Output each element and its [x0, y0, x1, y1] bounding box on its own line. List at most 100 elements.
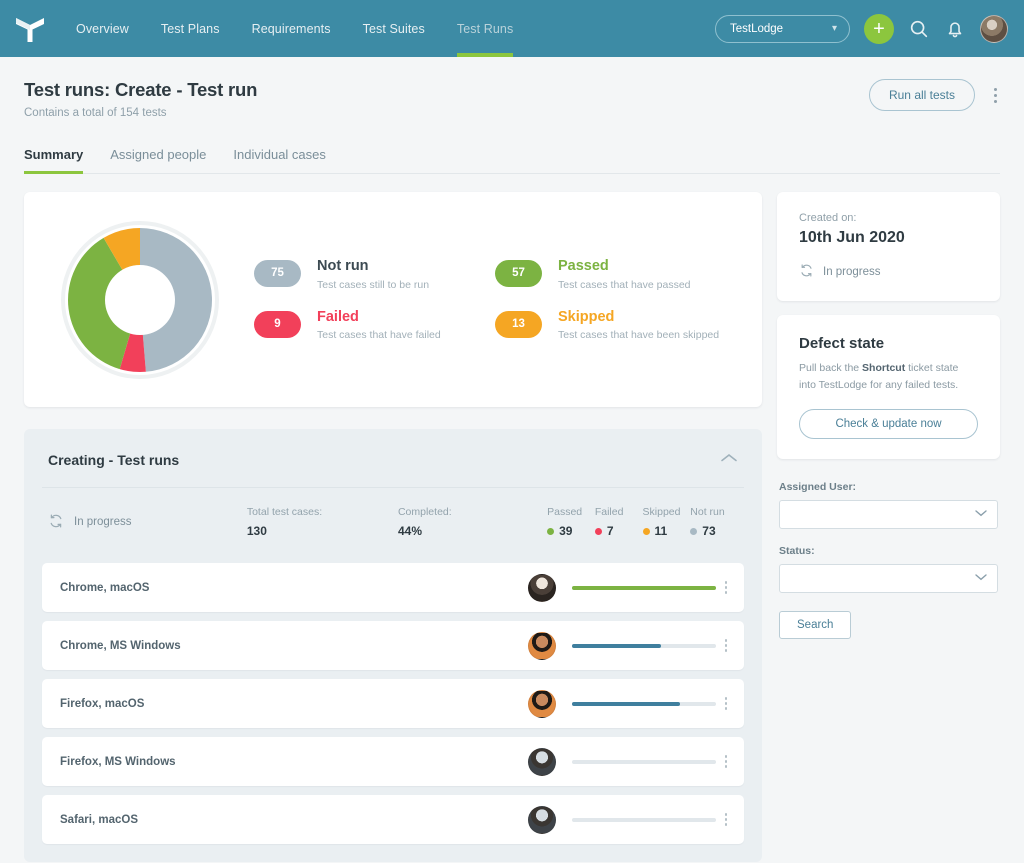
legend-title: Failed	[317, 309, 441, 326]
legend-badge: 57	[495, 260, 542, 287]
assigned-user-select[interactable]	[779, 500, 998, 529]
kebab-menu-icon[interactable]	[716, 691, 737, 716]
tab-individual-cases[interactable]: Individual cases	[233, 147, 326, 173]
nav-label: Overview	[76, 22, 129, 36]
run-all-tests-button[interactable]: Run all tests	[869, 79, 975, 111]
legend-item-failed: 9 Failed Test cases that have failed	[254, 309, 495, 342]
avatar	[528, 690, 556, 718]
status-filter-select[interactable]	[779, 564, 998, 593]
legend-title: Passed	[558, 258, 691, 275]
table-row[interactable]: Chrome, macOS	[42, 563, 744, 612]
top-navigation-bar: Overview Test Plans Requirements Test Su…	[0, 0, 1024, 57]
stat-value: 130	[247, 524, 398, 538]
plus-icon[interactable]: +	[864, 14, 894, 44]
progress-bar	[572, 586, 716, 590]
table-row[interactable]: Firefox, macOS	[42, 679, 744, 728]
row-name: Firefox, macOS	[60, 698, 528, 710]
nav-label: Test Suites	[363, 22, 425, 36]
project-selector[interactable]: TestLodge ▾	[715, 15, 850, 43]
progress-bar	[572, 644, 716, 648]
project-selector-label: TestLodge	[730, 23, 783, 35]
summary-legend: 75 Not run Test cases still to be run 57…	[230, 258, 736, 341]
defect-state-description: Pull back the Shortcut ticket state into…	[799, 360, 978, 395]
stat-value: 7	[607, 524, 614, 538]
avatar	[528, 806, 556, 834]
tab-label: Individual cases	[233, 147, 326, 162]
test-run-panel: Creating - Test runs In progress	[24, 429, 762, 862]
kebab-menu-icon[interactable]	[989, 84, 1002, 107]
nav-link-test-runs[interactable]: Test Runs	[441, 0, 529, 57]
header-actions: Run all tests	[869, 79, 1002, 111]
bell-icon[interactable]	[944, 18, 966, 40]
status-dot	[690, 528, 697, 535]
kebab-menu-icon[interactable]	[716, 807, 737, 832]
legend-item-skipped: 13 Skipped Test cases that have been ski…	[495, 309, 736, 342]
nav-label: Test Plans	[161, 22, 220, 36]
assigned-user-label: Assigned User:	[779, 481, 998, 493]
user-avatar[interactable]	[980, 15, 1008, 43]
nav-link-test-plans[interactable]: Test Plans	[145, 0, 236, 57]
donut-chart	[50, 221, 230, 379]
progress-bar	[572, 702, 716, 706]
nav-right-actions: TestLodge ▾ +	[715, 14, 1024, 44]
chevron-down-icon: ▾	[832, 23, 837, 34]
tab-label: Summary	[24, 147, 83, 162]
legend-badge: 13	[495, 311, 542, 338]
nav-label: Requirements	[252, 22, 331, 36]
stat-value: 73	[702, 524, 715, 538]
nav-label: Test Runs	[457, 22, 513, 36]
stat-label: Skipped	[643, 506, 691, 518]
legend-desc: Test cases that have been skipped	[558, 329, 719, 341]
row-name: Chrome, MS Windows	[60, 640, 528, 652]
run-status: In progress	[48, 513, 247, 532]
legend-desc: Test cases that have passed	[558, 279, 691, 291]
page-title: Test runs: Create - Test run	[24, 79, 1000, 101]
tab-assigned-people[interactable]: Assigned people	[110, 147, 206, 173]
kebab-menu-icon[interactable]	[716, 575, 737, 600]
avatar	[528, 632, 556, 660]
test-run-panel-title: Creating - Test runs	[48, 452, 179, 468]
status-filter-label: Status:	[779, 545, 998, 557]
refresh-icon	[799, 263, 814, 281]
created-on-date: 10th Jun 2020	[799, 229, 978, 247]
tab-label: Assigned people	[110, 147, 206, 162]
defect-desc-shortcut: Shortcut	[862, 362, 905, 374]
stat-not-run: Not run 73	[690, 506, 738, 538]
test-run-row-list: Chrome, macOS Chrome, MS Windows Firefox, …	[42, 563, 744, 844]
nav-link-overview[interactable]: Overview	[60, 0, 145, 57]
summary-card: 75 Not run Test cases still to be run 57…	[24, 192, 762, 407]
stat-label: Not run	[690, 506, 738, 518]
legend-badge: 75	[254, 260, 301, 287]
progress-bar	[572, 818, 716, 822]
stat-skipped: Skipped 11	[643, 506, 691, 538]
sidebar-run-status-label: In progress	[823, 266, 881, 278]
run-status-label: In progress	[74, 516, 132, 528]
stat-label: Failed	[595, 506, 643, 518]
test-run-panel-header: Creating - Test runs	[42, 429, 744, 488]
status-dot	[547, 528, 554, 535]
testlodge-logo-icon[interactable]	[0, 12, 60, 46]
chevron-up-icon[interactable]	[720, 451, 738, 469]
kebab-menu-icon[interactable]	[716, 633, 737, 658]
search-button[interactable]: Search	[779, 611, 851, 639]
stat-label: Completed:	[398, 506, 547, 518]
page-body: 75 Not run Test cases still to be run 57…	[0, 174, 1024, 862]
stat-value: 11	[655, 524, 668, 538]
search-icon[interactable]	[908, 18, 930, 40]
chevron-down-icon	[975, 508, 987, 520]
tab-summary[interactable]: Summary	[24, 147, 83, 173]
stat-value: 44%	[398, 524, 547, 538]
legend-title: Not run	[317, 258, 429, 275]
table-row[interactable]: Chrome, MS Windows	[42, 621, 744, 670]
table-row[interactable]: Safari, macOS	[42, 795, 744, 844]
status-dot	[643, 528, 650, 535]
sidebar-filters: Assigned User: Status: Search	[777, 481, 1000, 639]
avatar	[528, 748, 556, 776]
legend-item-passed: 57 Passed Test cases that have passed	[495, 258, 736, 291]
legend-title: Skipped	[558, 309, 719, 326]
nav-link-requirements[interactable]: Requirements	[236, 0, 347, 57]
kebab-menu-icon[interactable]	[716, 749, 737, 774]
check-and-update-button[interactable]: Check & update now	[799, 409, 978, 439]
nav-link-test-suites[interactable]: Test Suites	[347, 0, 441, 57]
table-row[interactable]: Firefox, MS Windows	[42, 737, 744, 786]
